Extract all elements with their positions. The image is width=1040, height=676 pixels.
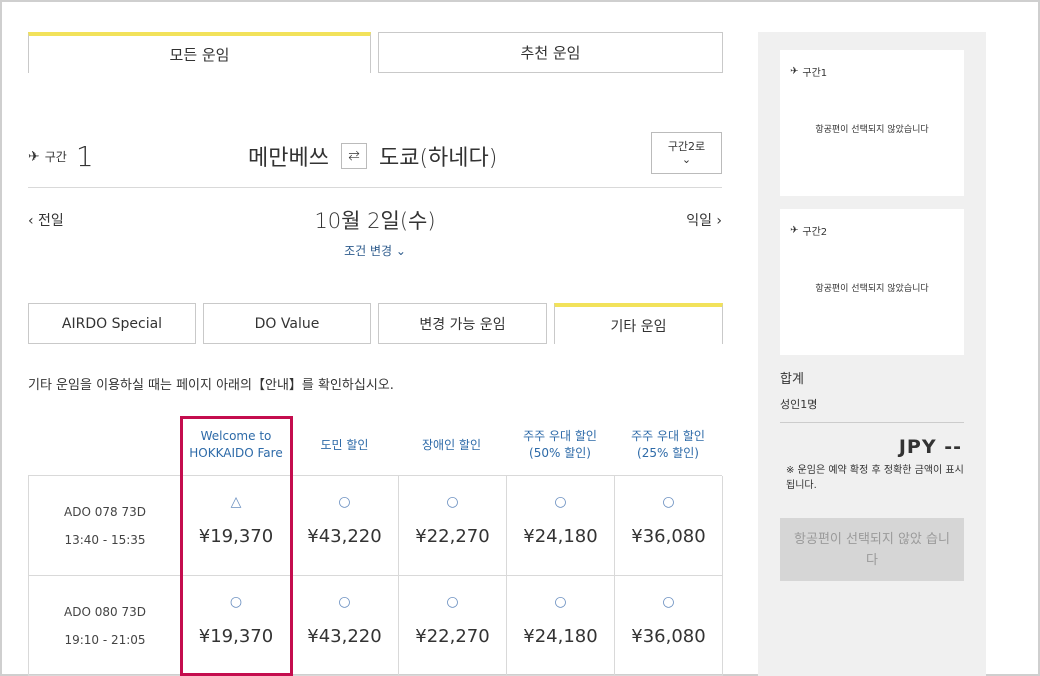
- fare-tab-other[interactable]: 기타 운임: [554, 303, 723, 344]
- date-row: ‹ 전일 10월 2일(수) 익일 ›: [28, 205, 722, 245]
- segment1-card: ✈ 구간1 항공편이 선택되지 않았습니다: [780, 50, 964, 196]
- flight-number: ADO 078 73D: [64, 505, 146, 519]
- fare-cell[interactable]: ○ ¥36,080: [615, 576, 723, 676]
- table-row: ADO 080 73D 19:10 - 21:05 ○ ¥19,370 ○ ¥43,2…: [29, 576, 723, 676]
- fare-tab-label: DO Value: [254, 315, 320, 332]
- fare-cell[interactable]: ○ ¥22,270: [399, 476, 507, 576]
- tab-all-fares-label: 모든 운임: [169, 46, 230, 64]
- col-header-disability: 장애인 할인: [398, 420, 505, 470]
- current-date: 10월 2일(수): [314, 209, 436, 233]
- segment2-card: ✈ 구간2 항공편이 선택되지 않았습니다: [780, 209, 964, 355]
- select-flight-button[interactable]: 항공편이 선택되지 않았 습니다: [780, 518, 964, 581]
- fare-cell[interactable]: ○ ¥24,180: [507, 576, 615, 676]
- total-price: JPY --: [898, 436, 962, 458]
- notice-text: 기타 운임을 이용하실 때는 페이지 아래의【안내】를 확인하십시오.: [28, 378, 394, 393]
- route-row: ✈ 구간 1 메만베쓰 ⇄ 도쿄(하네다) 구간2로 ⌄: [28, 132, 722, 188]
- origin: 메만베쓰: [248, 146, 329, 171]
- plane-icon: ✈: [790, 225, 799, 236]
- fare-price: ¥24,180: [523, 526, 598, 547]
- segment-label: ✈ 구간 1: [28, 140, 94, 173]
- col-header-line: 주주 우대 할인: [523, 429, 597, 443]
- segment-number: 1: [75, 140, 94, 173]
- fare-cell[interactable]: ○ ¥24,180: [507, 476, 615, 576]
- availability-icon: ○: [338, 494, 351, 510]
- next-segment-label: 구간2로: [667, 140, 706, 153]
- divider: [780, 422, 964, 423]
- col-header-line: 장애인 할인: [421, 437, 481, 452]
- availability-icon: ○: [554, 594, 567, 610]
- fare-cell[interactable]: ○ ¥43,220: [291, 576, 399, 676]
- col-header-shareholder-25: 주주 우대 할인 (25% 할인): [614, 420, 722, 470]
- destination: 도쿄(하네다): [378, 146, 498, 171]
- tab-recommended-fares[interactable]: 추천 운임: [378, 32, 723, 73]
- fare-cell[interactable]: ○ ¥22,270: [399, 576, 507, 676]
- segment2-status: 항공편이 선택되지 않았습니다: [815, 284, 929, 294]
- fare-tab-changeable[interactable]: 변경 가능 운임: [378, 303, 547, 344]
- total-label: 합계: [780, 372, 804, 387]
- flight-time: 13:40 - 15:35: [64, 533, 146, 547]
- tab-all-fares[interactable]: 모든 운임: [28, 32, 371, 73]
- col-header-line: 주주 우대 할인: [631, 429, 705, 443]
- change-conditions-link[interactable]: 조건 변경 ⌄: [28, 242, 722, 259]
- swap-icon[interactable]: ⇄: [340, 143, 367, 169]
- fare-price: ¥36,080: [631, 526, 706, 547]
- availability-icon: ○: [338, 594, 351, 610]
- price-note: ※ 운임은 예약 확정 후 정확한 금액이 표시됩니다.: [786, 465, 964, 491]
- fare-tab-label: 기타 운임: [610, 318, 667, 335]
- fare-price: ¥22,270: [415, 526, 490, 547]
- flight-cell: ADO 078 73D 13:40 - 15:35: [29, 476, 182, 576]
- col-header-resident: 도민 할인: [291, 420, 398, 470]
- col-header-line: (50% 할인): [529, 446, 591, 460]
- segment2-label: 구간2: [802, 227, 828, 238]
- col-header-line: 도민 할인: [320, 437, 369, 452]
- chevron-down-icon: ⌄: [681, 153, 692, 166]
- availability-icon: ○: [446, 594, 459, 610]
- flight-time: 19:10 - 21:05: [64, 633, 146, 647]
- next-segment-button[interactable]: 구간2로 ⌄: [651, 132, 722, 174]
- fare-price: ¥43,220: [307, 626, 382, 647]
- fare-tab-label: AIRDO Special: [61, 315, 163, 332]
- segment1-status: 항공편이 선택되지 않았습니다: [815, 125, 929, 135]
- plane-icon: ✈: [28, 148, 40, 165]
- availability-icon: ○: [446, 494, 459, 510]
- route: 메만베쓰 ⇄ 도쿄(하네다): [248, 140, 497, 172]
- flight-cell: ADO 080 73D 19:10 - 21:05: [29, 576, 182, 676]
- col-header-line: (25% 할인): [637, 446, 699, 460]
- fare-tab-label: 변경 가능 운임: [419, 316, 506, 333]
- passenger-count: 성인1명: [780, 398, 818, 411]
- segment1-label: 구간1: [802, 68, 828, 79]
- plane-icon: ✈: [790, 66, 799, 77]
- fare-price: ¥22,270: [415, 626, 490, 647]
- flight-number: ADO 080 73D: [64, 605, 146, 619]
- fare-price: ¥36,080: [631, 626, 706, 647]
- fare-cell[interactable]: ○ ¥36,080: [615, 476, 723, 576]
- tab-recommended-label: 추천 운임: [520, 44, 581, 62]
- fare-table: ADO 078 73D 13:40 - 15:35 △ ¥19,370 ○ ¥43,2…: [28, 475, 723, 676]
- availability-icon: ○: [554, 494, 567, 510]
- availability-icon: ○: [662, 494, 675, 510]
- availability-icon: ○: [662, 594, 675, 610]
- col-header-shareholder-50: 주주 우대 할인 (50% 할인): [506, 420, 614, 470]
- next-day-link[interactable]: 익일 ›: [686, 210, 722, 230]
- fare-tab-do-value[interactable]: DO Value: [203, 303, 371, 344]
- fare-cell[interactable]: ○ ¥43,220: [291, 476, 399, 576]
- table-row: ADO 078 73D 13:40 - 15:35 △ ¥19,370 ○ ¥43,2…: [29, 476, 723, 576]
- fare-price: ¥43,220: [307, 526, 382, 547]
- fare-tab-airdo-special[interactable]: AIRDO Special: [28, 303, 196, 344]
- segment-text: 구간: [44, 150, 67, 164]
- highlight-box: [180, 416, 293, 676]
- fare-price: ¥24,180: [523, 626, 598, 647]
